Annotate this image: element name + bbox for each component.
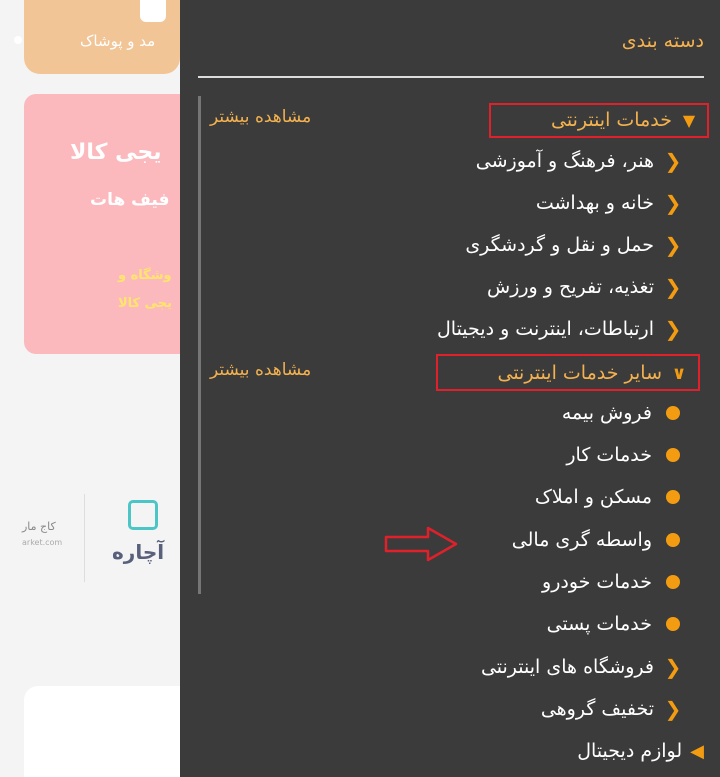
clothing-icon: [140, 0, 166, 22]
caret-down-icon: ▼: [682, 110, 696, 130]
list-item[interactable]: خدمات پستی: [547, 607, 684, 641]
bullet-icon: [666, 490, 680, 504]
annotation-arrow-icon: [384, 526, 458, 562]
bullet-icon: [666, 575, 680, 589]
category-tile-label: مد و پوشاک: [80, 32, 156, 50]
promo-line: یجی کالا: [118, 296, 173, 311]
promo-title: یجی کالا: [70, 140, 162, 165]
list-item[interactable]: ❮ تخفیف گروهی: [541, 692, 684, 726]
list-item[interactable]: ❮ تغذیه، تفریح و ورزش: [487, 270, 684, 304]
promo-banner[interactable]: [24, 94, 180, 354]
drawer-title: دسته بندی: [621, 30, 704, 52]
partner-logo-text[interactable]: آچاره: [112, 540, 164, 564]
partner-logo-subtext: arket.com: [22, 538, 63, 547]
list-item[interactable]: ❮ فروشگاه های اینترنتی: [481, 650, 684, 684]
caret-left-icon: ◀: [690, 740, 704, 762]
bullet-icon: [666, 617, 680, 631]
category-drawer: دسته بندی ▼ خدمات اینترنتی مشاهده بیشتر …: [180, 0, 720, 777]
list-item[interactable]: ❮ خانه و بهداشت: [536, 186, 684, 220]
list-item[interactable]: مسکن و املاک: [535, 480, 684, 514]
bullet-icon: [666, 448, 680, 462]
promo-line: وشگاه و: [118, 268, 172, 283]
section-header-internet-services[interactable]: ▼ خدمات اینترنتی: [551, 103, 700, 137]
list-item[interactable]: فروش بیمه: [562, 396, 684, 430]
list-item[interactable]: ◀ لوازم دیجیتال: [577, 734, 704, 768]
background-page: مد و پوشاک یجی کالا فیف هات وشگاه و یجی …: [0, 0, 180, 777]
see-more-link[interactable]: مشاهده بیشتر: [210, 107, 311, 127]
promo-subtitle: فیف هات: [90, 190, 170, 210]
list-item[interactable]: ❮ ارتباطات، اینترنت و دیجیتال: [437, 312, 684, 346]
list-item[interactable]: خدمات خودرو: [542, 565, 684, 599]
chevron-down-icon: ∨: [671, 362, 687, 384]
see-more-link[interactable]: مشاهده بیشتر: [210, 360, 311, 380]
bullet-icon: [666, 406, 680, 420]
list-item[interactable]: خدمات کار: [566, 438, 684, 472]
drawer-scrollbar[interactable]: [198, 96, 201, 594]
bullet-icon: [666, 533, 680, 547]
list-item[interactable]: ❮ حمل و نقل و گردشگری: [465, 228, 684, 262]
drawer-divider: [198, 76, 704, 78]
chevron-left-icon: ❮: [664, 697, 682, 721]
chevron-left-icon: ❮: [664, 149, 682, 173]
section-header-other-internet-services[interactable]: ∨ سایر خدمات اینترنتی: [497, 356, 690, 390]
chevron-left-icon: ❮: [664, 233, 682, 257]
partner-logo-icon: [128, 500, 158, 530]
carousel-dot: [14, 36, 22, 44]
chevron-left-icon: ❮: [664, 275, 682, 299]
chevron-left-icon: ❮: [664, 191, 682, 215]
list-item[interactable]: واسطه گری مالی: [512, 523, 684, 557]
chevron-left-icon: ❮: [664, 317, 682, 341]
chevron-left-icon: ❮: [664, 655, 682, 679]
list-item[interactable]: ❮ هنر، فرهنگ و آموزشی: [476, 144, 684, 178]
content-card: [24, 686, 180, 777]
logo-divider: [84, 494, 85, 582]
partner-logo-text[interactable]: کاج مار: [22, 520, 56, 533]
